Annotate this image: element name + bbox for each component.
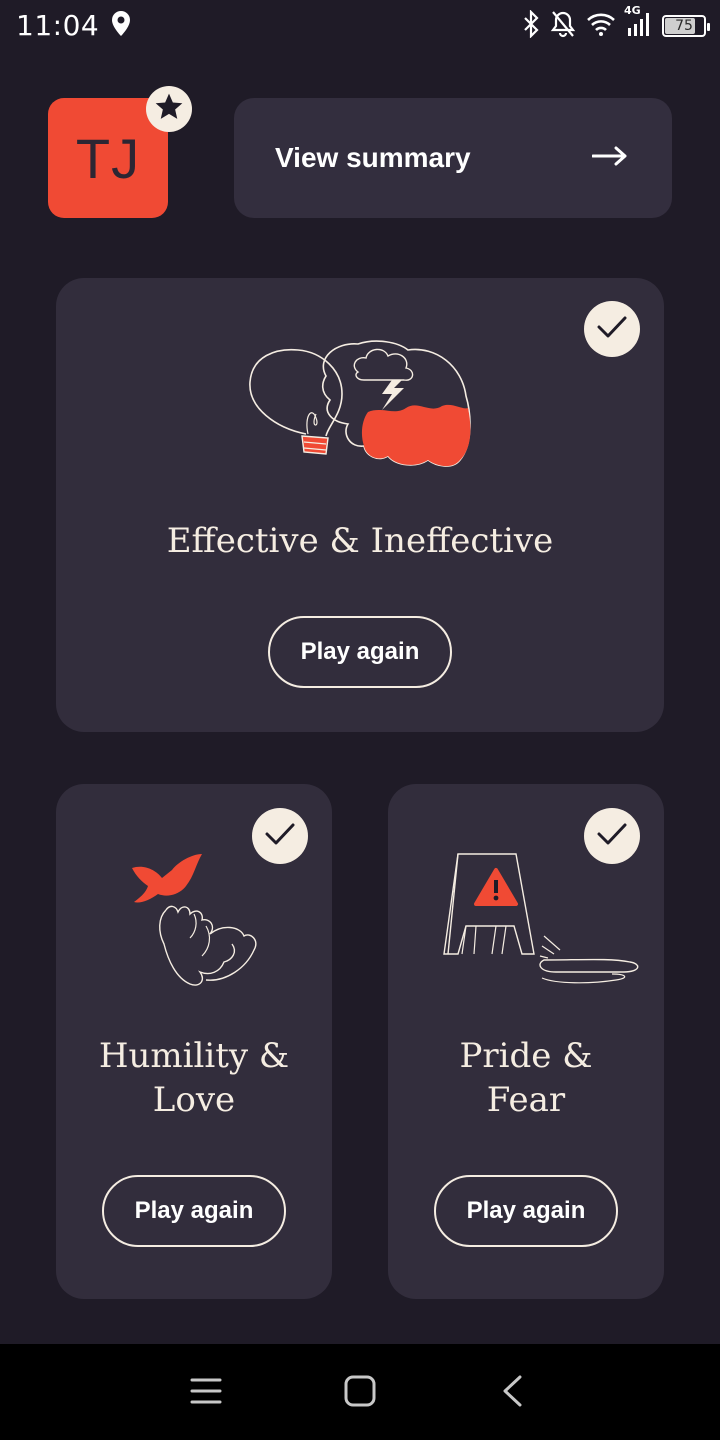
card-title-line1: Humility &	[98, 1036, 290, 1076]
lightbulb-brain-illustration	[246, 336, 478, 475]
bluetooth-icon	[522, 9, 540, 42]
star-badge	[146, 86, 192, 132]
wifi-icon	[586, 11, 616, 41]
status-icons: 4G 75	[522, 4, 710, 42]
card-title-line2: Love	[152, 1080, 236, 1120]
battery-level: 75	[675, 18, 693, 34]
system-nav-bar	[0, 1344, 720, 1440]
completed-badge	[584, 301, 640, 357]
view-summary-label: View summary	[275, 142, 471, 173]
check-icon	[597, 822, 627, 851]
notifications-off-icon	[550, 10, 576, 42]
signal-icon: 4G	[624, 4, 652, 42]
card-title: Pride & Fear	[388, 1034, 664, 1122]
status-time: 11:04	[16, 9, 100, 42]
play-again-button[interactable]: Play again	[268, 616, 452, 688]
topic-card-pride-fear[interactable]: Pride & Fear Play again	[388, 784, 664, 1299]
battery-icon: 75	[662, 15, 710, 37]
star-icon	[153, 91, 185, 128]
view-summary-button[interactable]: View summary	[234, 98, 672, 218]
wet-floor-sign-illustration	[440, 852, 642, 993]
status-bar: 11:04 4G 75	[0, 0, 720, 50]
topic-card-effective-ineffective[interactable]: Effective & Ineffective Play again	[56, 278, 664, 732]
card-title-line1: Pride &	[459, 1036, 593, 1076]
network-type: 4G	[624, 4, 641, 17]
menu-icon[interactable]	[190, 1374, 222, 1413]
arrow-right-icon	[591, 146, 628, 171]
hand-bird-illustration	[128, 852, 262, 993]
avatar-initials: TJ	[75, 126, 141, 190]
topic-card-humility-love[interactable]: Humility & Love Play again	[56, 784, 332, 1299]
play-again-button[interactable]: Play again	[102, 1175, 286, 1247]
card-title-line2: Fear	[486, 1080, 566, 1120]
home-icon[interactable]	[343, 1374, 377, 1413]
back-icon[interactable]	[500, 1374, 524, 1413]
location-icon	[110, 10, 132, 42]
card-title: Humility & Love	[56, 1034, 332, 1122]
card-title: Effective & Ineffective	[166, 521, 554, 561]
check-icon	[265, 822, 295, 851]
check-icon	[597, 315, 627, 344]
play-again-button[interactable]: Play again	[434, 1175, 618, 1247]
